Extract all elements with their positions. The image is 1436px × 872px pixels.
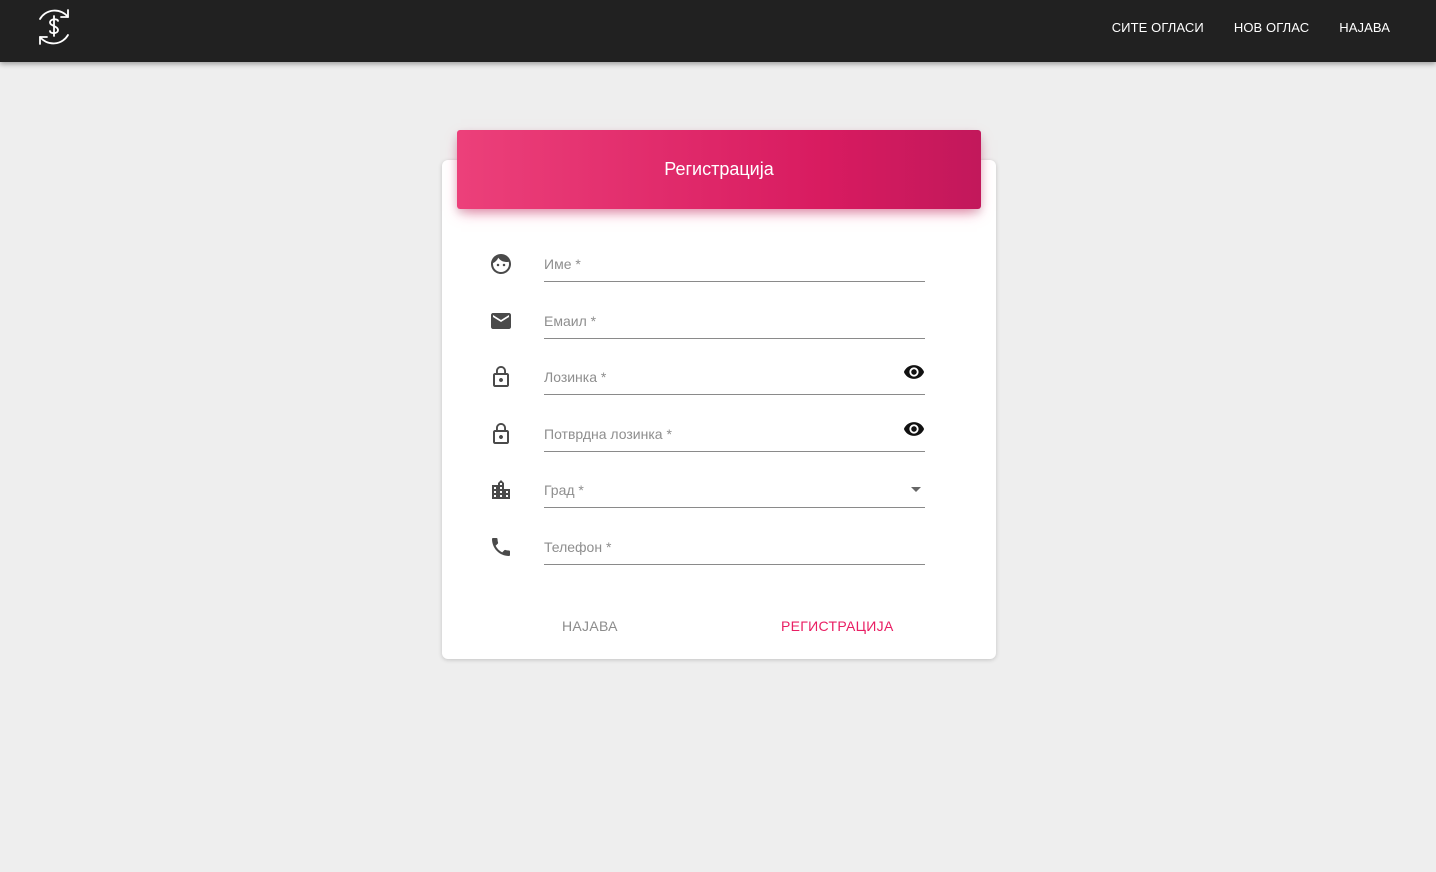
city-label: Град * [544,482,584,498]
city-icon [489,478,513,502]
lock-icon [489,422,513,446]
phone-icon [489,535,513,559]
name-field-row: Име * [489,246,925,282]
phone-field-row: Телефон * [489,529,925,565]
email-icon [489,309,513,333]
email-field-row: Емаил * [489,303,925,339]
top-navbar: СИТЕ ОГЛАСИ НОВ ОГЛАС НАЈАВА [0,0,1436,62]
register-button[interactable]: РЕГИСТРАЦИЈА [781,612,894,640]
card-header: Регистрација [457,130,981,209]
phone-label: Телефон * [544,539,612,555]
name-label: Име * [544,256,581,272]
confirm-password-label: Потврдна лозинка * [544,426,672,442]
card-title: Регистрација [664,159,774,179]
registration-card [442,160,996,659]
face-icon [489,252,513,276]
nav-link-new-ad[interactable]: НОВ ОГЛАС [1234,20,1309,35]
nav-link-login[interactable]: НАЈАВА [1339,20,1390,35]
lock-icon [489,365,513,389]
nav-link-all-ads[interactable]: СИТЕ ОГЛАСИ [1112,20,1204,35]
email-input[interactable]: Емаил * [544,303,925,339]
phone-input[interactable]: Телефон * [544,529,925,565]
eye-icon[interactable] [903,418,925,440]
password-field-row: Лозинка * [489,359,925,395]
dropdown-caret-icon[interactable] [911,487,921,492]
confirm-password-field-row: Потврдна лозинка * [489,416,925,452]
eye-icon[interactable] [903,361,925,383]
login-button[interactable]: НАЈАВА [562,612,618,640]
password-input[interactable]: Лозинка * [544,359,925,395]
dollar-refresh-icon[interactable] [32,5,76,49]
city-select[interactable]: Град * [544,472,925,508]
email-label: Емаил * [544,313,597,329]
confirm-password-input[interactable]: Потврдна лозинка * [544,416,925,452]
city-field-row: Град * [489,472,925,508]
name-input[interactable]: Име * [544,246,925,282]
password-label: Лозинка * [544,369,607,385]
